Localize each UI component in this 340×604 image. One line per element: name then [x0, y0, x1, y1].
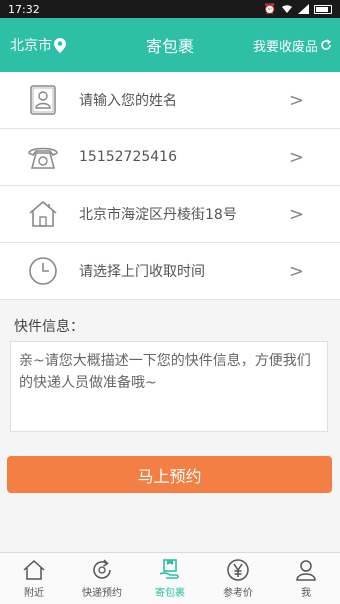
address-value: 北京市海淀区丹棱街18号 [79, 207, 237, 223]
note-textarea[interactable]: 亲~请您大概描述一下您的快件信息，方便我们的快递人员做准备哦~ [10, 341, 328, 432]
name-placeholder: 请输入您的姓名 [79, 93, 177, 109]
location-pin-icon [54, 37, 66, 53]
tab-label: 参考价 [223, 588, 253, 599]
tab-bar: 附近 快递预约 寄包裹 参考价 我 [0, 552, 340, 604]
chevron-right-icon: > [288, 204, 304, 225]
recycle-button[interactable]: 我要收废品 [253, 18, 332, 72]
status-icons: ⏰ [264, 4, 332, 15]
note-placeholder: 亲~请您大概描述一下您的快件信息，方便我们的快递人员做准备哦~ [19, 353, 311, 391]
recycle-label: 我要收废品 [252, 39, 318, 55]
clock-icon [27, 255, 59, 287]
refresh-icon [321, 39, 332, 50]
phone-value: 15152725416 [79, 149, 177, 165]
tab-label: 我 [301, 588, 311, 599]
tab-me[interactable]: 我 [272, 553, 340, 604]
header: 北京市 寄包裹 我要收废品 [0, 18, 340, 72]
tab-send-package[interactable]: 寄包裹 [136, 553, 204, 604]
package-icon [159, 559, 179, 579]
status-time: 17:32 [8, 2, 40, 16]
tab-express-booking[interactable]: 快递预约 [68, 553, 136, 604]
chevron-right-icon: > [288, 147, 304, 168]
tab-label: 快递预约 [82, 588, 122, 599]
status-bar: 17:32 ⏰ [0, 0, 340, 18]
tab-label: 附近 [24, 588, 44, 599]
tab-label: 寄包裹 [155, 588, 185, 599]
house-icon [27, 198, 59, 230]
tab-reference-price[interactable]: 参考价 [204, 553, 272, 604]
address-field[interactable]: 北京市海淀区丹棱街18号 > [0, 186, 340, 243]
wifi-icon [282, 5, 292, 13]
pickup-time-field[interactable]: 请选择上门收取时间 > [0, 243, 340, 300]
note-label: 快件信息： [14, 319, 84, 335]
home-icon [23, 559, 45, 580]
tab-nearby[interactable]: 附近 [0, 553, 68, 604]
form-list: 请输入您的姓名 > 15152725416 > 北京市海淀区丹棱街18号 > 请… [0, 72, 340, 300]
chevron-right-icon: > [288, 261, 304, 282]
user-icon [296, 560, 316, 581]
yen-icon [227, 559, 249, 581]
chevron-right-icon: > [288, 90, 304, 111]
alarm-icon: ⏰ [263, 3, 276, 15]
contact-card-icon [27, 84, 59, 116]
city-label: 北京市 [10, 38, 52, 54]
city-selector[interactable]: 北京市 [10, 18, 66, 72]
submit-button[interactable]: 马上预约 [7, 456, 332, 493]
phone-icon [27, 141, 59, 173]
phone-field[interactable]: 15152725416 > [0, 129, 340, 186]
battery-icon [314, 4, 332, 14]
refresh-icon [93, 559, 111, 579]
pickup-time-placeholder: 请选择上门收取时间 [79, 264, 205, 280]
name-field[interactable]: 请输入您的姓名 > [0, 72, 340, 129]
signal-icon [298, 4, 309, 14]
